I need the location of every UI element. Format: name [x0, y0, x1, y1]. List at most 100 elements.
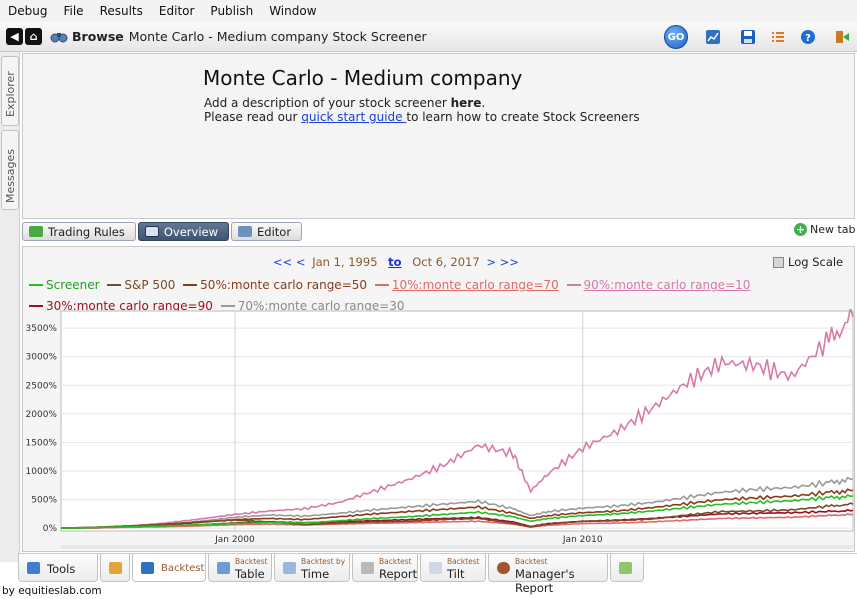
range-prev-button[interactable]: << <	[273, 255, 306, 269]
tab-backtest[interactable]: Backtest	[132, 554, 206, 582]
menu-debug[interactable]: Debug	[8, 4, 47, 18]
y-tick-label: 2500%	[26, 381, 58, 391]
table-icon	[217, 562, 230, 574]
new-tab-button[interactable]: + New tab	[794, 223, 856, 236]
tab-managers-report[interactable]: Backtest Manager's Report	[488, 554, 608, 595]
list-button[interactable]	[769, 27, 787, 47]
legend-screener-label: Screener	[46, 278, 100, 292]
tab-table-label: Table	[235, 567, 265, 581]
legend-mc10[interactable]: 90%:monte carlo range=10	[566, 276, 751, 294]
chart-icon	[706, 30, 720, 44]
tab-backtest-report[interactable]: Backtest Report	[352, 554, 418, 582]
toolbar: ◀ ⌂ Browse Monte Carlo - Medium company …	[0, 22, 857, 52]
home-icon: ⌂	[29, 30, 38, 43]
home-button[interactable]: ⌂	[25, 28, 42, 45]
range-start-date[interactable]: Jan 1, 1995	[312, 255, 377, 269]
y-tick-label: 500%	[31, 496, 57, 506]
help-button[interactable]: ?	[799, 27, 817, 47]
range-next-button[interactable]: > >>	[486, 255, 519, 269]
plus-icon: +	[794, 223, 807, 236]
view-tabs: Trading Rules Overview Editor	[22, 222, 304, 242]
menu-bar: Debug File Results Editor Publish Window	[0, 0, 857, 22]
y-tick-label: 3500%	[26, 324, 58, 334]
guide-text-suffix: to learn how to create Stock Screeners	[406, 110, 640, 124]
menu-results[interactable]: Results	[100, 4, 143, 18]
manager-icon	[497, 562, 510, 574]
tab-backtest-time[interactable]: Backtest by Time	[274, 554, 350, 582]
app-window: Debug File Results Editor Publish Window…	[0, 0, 857, 599]
time-chart-icon	[283, 562, 296, 574]
tab-overview[interactable]: Overview	[137, 222, 230, 241]
y-tick-label: 1000%	[26, 467, 58, 477]
trading-rules-icon	[29, 226, 43, 237]
tab-reports-icon[interactable]	[100, 554, 130, 582]
save-icon	[741, 30, 755, 44]
legend-sp500[interactable]: S&P 500	[107, 276, 175, 294]
menu-editor[interactable]: Editor	[159, 4, 195, 18]
back-button[interactable]: ◀	[6, 28, 23, 45]
description-text: Add a description of your stock screener	[204, 96, 451, 110]
messages-tab[interactable]: Messages	[1, 130, 19, 210]
tab-editor[interactable]: Editor	[231, 222, 303, 241]
sidebar: Explorer Messages	[0, 52, 20, 562]
range-to-link[interactable]: to	[388, 255, 401, 269]
tab-tilt-label: Tilt	[447, 567, 465, 581]
description-period: .	[481, 96, 486, 110]
quick-start-guide-link[interactable]: quick start guide	[301, 110, 406, 124]
y-tick-label: 1500%	[26, 438, 58, 448]
exit-button[interactable]	[833, 27, 851, 47]
go-button[interactable]: GO	[664, 25, 688, 49]
svg-text:?: ?	[805, 33, 811, 44]
menu-window[interactable]: Window	[269, 4, 316, 18]
tab-time-label: Time	[301, 567, 330, 581]
go-label: GO	[667, 31, 685, 43]
x-tick-label: Jan 2000	[214, 535, 255, 545]
chart-panel: << < Jan 1, 1995 to Oct 6, 2017 > >> Log…	[22, 246, 855, 552]
range-end-date[interactable]: Oct 6, 2017	[412, 255, 479, 269]
help-icon: ?	[801, 30, 815, 44]
description-title: Monte Carlo - Medium company	[203, 66, 523, 90]
footer-credit: by equitieslab.com	[2, 585, 102, 597]
description-here-link[interactable]: here	[451, 96, 482, 110]
messages-tab-label: Messages	[4, 149, 17, 203]
x-tick-label: Jan 2010	[562, 535, 603, 545]
export-icon	[619, 562, 632, 574]
browse-label: Browse	[72, 29, 124, 44]
legend-mc70[interactable]: 10%:monte carlo range=70	[374, 276, 559, 294]
y-tick-label: 2000%	[26, 410, 58, 420]
editor-icon	[238, 226, 253, 237]
tab-tools-label: Tools	[47, 562, 76, 576]
legend-mc50[interactable]: 50%:monte carlo range=50	[183, 276, 367, 294]
tilt-icon	[429, 562, 442, 574]
tab-backtest-table[interactable]: Backtest Table	[208, 554, 272, 582]
tab-backtest-tilt[interactable]: Backtest Tilt	[420, 554, 486, 582]
description-line-1: Add a description of your stock screener…	[204, 96, 485, 110]
wrench-icon	[27, 562, 40, 574]
save-button[interactable]	[739, 27, 757, 47]
tab-manager-label: Manager's Report	[515, 567, 575, 595]
report-stack-icon	[109, 562, 122, 574]
chart-scrollbar[interactable]	[61, 545, 853, 549]
report-icon	[361, 562, 374, 574]
backtest-chart-icon	[141, 562, 154, 574]
explorer-tab[interactable]: Explorer	[1, 56, 19, 126]
log-scale-checkbox[interactable]	[773, 256, 784, 268]
y-tick-label: 0%	[43, 524, 58, 534]
tab-time-small: Backtest by	[301, 557, 346, 566]
legend-mc50-label: 50%:monte carlo range=50	[200, 278, 368, 292]
tab-report-small: Backtest	[379, 557, 412, 566]
legend-screener[interactable]: Screener	[29, 276, 100, 294]
tab-export[interactable]	[610, 554, 644, 582]
arrow-left-icon: ◀	[10, 30, 19, 43]
tab-editor-label: Editor	[257, 224, 292, 239]
legend-mc10-label: 90%:monte carlo range=10	[583, 278, 751, 292]
menu-file[interactable]: File	[63, 4, 83, 18]
tab-trading-rules[interactable]: Trading Rules	[22, 222, 136, 241]
tab-tools[interactable]: Tools	[18, 554, 98, 582]
log-scale-toggle[interactable]: Log Scale	[773, 255, 843, 269]
description-line-2: Please read our quick start guide to lea…	[204, 110, 640, 124]
legend-sp500-label: S&P 500	[124, 278, 176, 292]
menu-publish[interactable]: Publish	[210, 4, 253, 18]
chart-button[interactable]	[704, 27, 722, 47]
performance-chart[interactable]: 0% 500% 1000% 1500% 2000% 2500% 3000% 3500% Jan …	[23, 309, 854, 551]
